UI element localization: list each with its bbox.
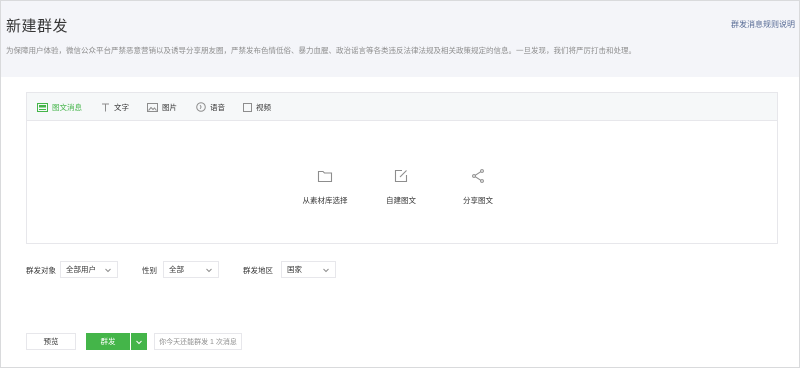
image-icon <box>147 102 158 112</box>
region-label: 群发地区 <box>243 266 273 275</box>
video-icon <box>243 102 252 112</box>
preview-button[interactable]: 预览 <box>26 333 76 350</box>
choose-from-library-label: 从素材库选择 <box>302 196 348 205</box>
chevron-down-icon <box>104 266 112 274</box>
target-select[interactable]: 全部用户 <box>60 261 118 278</box>
gender-select[interactable]: 全部 <box>163 261 219 278</box>
send-options-button[interactable] <box>131 333 147 350</box>
tab-voice[interactable]: 语音 <box>196 93 225 121</box>
tab-text-label: 文字 <box>114 102 129 112</box>
action-bar: 预览 群发 你今天还能群发 1 次消息 <box>0 333 800 351</box>
article-icon <box>37 102 48 112</box>
region-select-value: 国家 <box>287 265 302 274</box>
text-icon <box>101 103 110 112</box>
target-label: 群发对象 <box>26 266 56 275</box>
share-icon <box>470 168 486 184</box>
folder-icon <box>317 168 333 184</box>
message-type-tabs: 图文消息 文字 图片 语音 视频 <box>27 93 777 121</box>
rules-link[interactable]: 群发消息规则说明 <box>731 19 795 30</box>
gender-label: 性别 <box>142 266 157 275</box>
share-article-label: 分享图文 <box>463 196 493 205</box>
edit-icon <box>393 168 409 184</box>
send-filters: 群发对象 全部用户 性别 全部 群发地区 国家 <box>0 261 800 279</box>
tab-text[interactable]: 文字 <box>101 93 129 121</box>
region-select[interactable]: 国家 <box>281 261 336 278</box>
tab-image-label: 图片 <box>162 102 177 112</box>
tab-video-label: 视频 <box>256 102 271 112</box>
tab-voice-label: 语音 <box>210 102 225 112</box>
chevron-down-icon <box>135 338 143 346</box>
send-button[interactable]: 群发 <box>86 333 130 350</box>
policy-notice: 为保障用户体验，微信公众平台严禁恶意营销以及诱导分享朋友圈，严禁发布色情低俗、暴… <box>6 46 636 55</box>
target-select-value: 全部用户 <box>66 265 96 274</box>
voice-icon <box>196 102 206 112</box>
chevron-down-icon <box>205 266 213 274</box>
tab-article-label: 图文消息 <box>52 102 82 112</box>
page-header: 新建群发 群发消息规则说明 为保障用户体验，微信公众平台严禁恶意营销以及诱导分享… <box>1 1 799 77</box>
chevron-down-icon <box>322 266 330 274</box>
gender-select-value: 全部 <box>169 265 184 274</box>
tab-video[interactable]: 视频 <box>243 93 271 121</box>
send-quota-text: 你今天还能群发 1 次消息 <box>154 333 242 350</box>
create-article[interactable]: 自建图文 <box>361 168 441 208</box>
tab-article[interactable]: 图文消息 <box>37 93 82 121</box>
share-article[interactable]: 分享图文 <box>438 168 518 208</box>
page-title: 新建群发 <box>6 18 69 35</box>
tab-image[interactable]: 图片 <box>147 93 177 121</box>
choose-from-library[interactable]: 从素材库选择 <box>285 168 365 208</box>
create-article-label: 自建图文 <box>386 196 416 205</box>
